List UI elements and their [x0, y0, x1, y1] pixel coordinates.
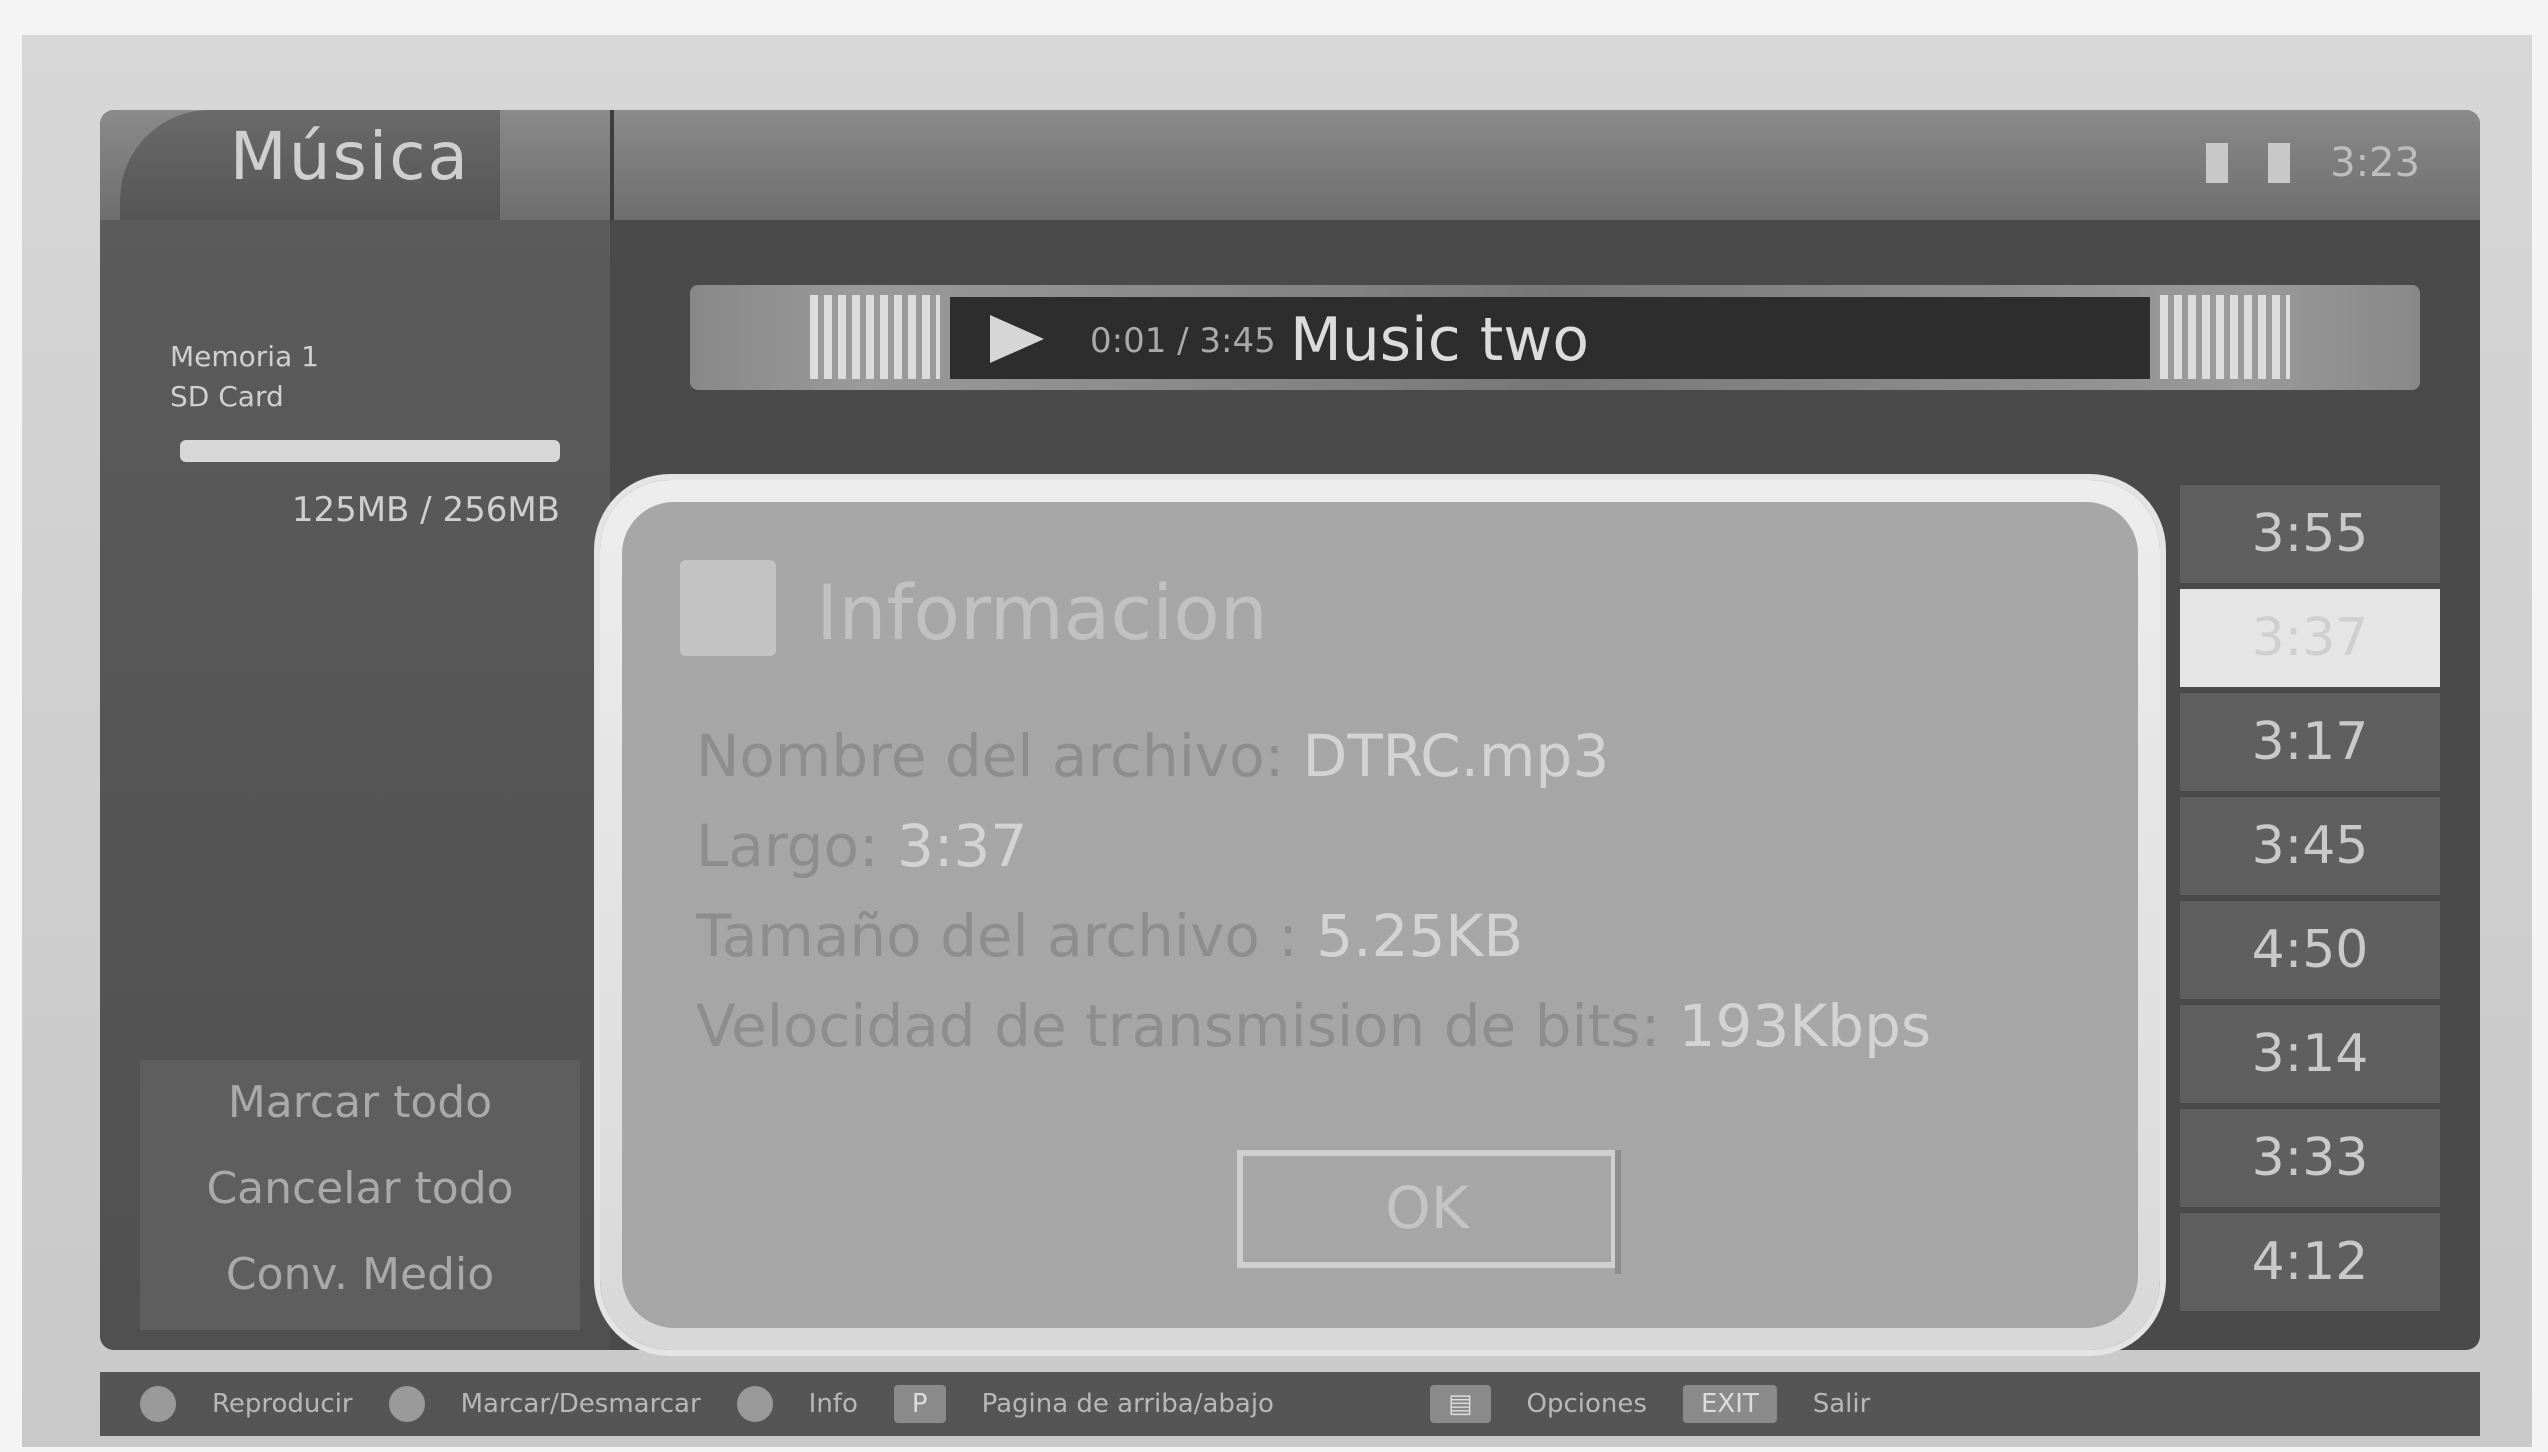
duration-label: Largo: [696, 812, 897, 880]
info-key-icon [736, 1386, 773, 1422]
cancel-all-button[interactable]: Cancelar todo [140, 1146, 580, 1232]
track-duration[interactable]: 4:50 [2180, 901, 2440, 999]
help-page: Pagina de arriba/abajo [981, 1389, 1274, 1419]
file-size-label: Tamaño del archivo : [696, 902, 1317, 970]
file-name-label: Nombre del archivo: [696, 722, 1303, 790]
page-title: Música [229, 118, 470, 195]
signal-icon [2268, 143, 2291, 183]
track-duration[interactable]: 3:33 [2180, 1109, 2440, 1207]
memory-label-text: Memoria 1 [170, 340, 319, 373]
bitrate-row: Velocidad de transmision de bits: 193Kbp… [696, 992, 2076, 1082]
mark-key-icon [388, 1386, 425, 1422]
ok-key-icon [140, 1386, 176, 1422]
file-size-row: Tamaño del archivo : 5.25KB [696, 902, 2076, 992]
exit-key: EXIT [1682, 1385, 1777, 1423]
memory-usage-bar [180, 440, 560, 462]
file-name-row: Nombre del archivo: DTRC.mp3 [696, 722, 2076, 812]
help-play: Reproducir [212, 1389, 353, 1419]
help-options: Opciones [1526, 1389, 1647, 1419]
status-area: 3:23 [2206, 138, 2420, 188]
battery-icon [2206, 143, 2229, 183]
memory-sublabel: SD Card [170, 380, 284, 413]
help-mark: Marcar/Desmarcar [460, 1389, 701, 1419]
track-duration[interactable]: 3:14 [2180, 1005, 2440, 1103]
clock: 3:23 [2330, 140, 2420, 186]
duration-row: Largo: 3:37 [696, 812, 2076, 902]
equalizer-left [810, 295, 940, 379]
track-duration[interactable]: 3:17 [2180, 693, 2440, 791]
side-menu: Marcar todo Cancelar todo Conv. Medio [140, 1060, 580, 1330]
now-playing-bar: 0:01 / 3:45 Music two [690, 285, 2420, 390]
help-bar: Reproducir Marcar/Desmarcar Info P Pagin… [100, 1372, 2480, 1436]
track-duration[interactable]: 3:55 [2180, 485, 2440, 583]
dialog-title: Informacion [816, 568, 1268, 657]
page-key: P [893, 1385, 946, 1423]
duration-column: 3:55 3:37 3:17 3:45 4:50 3:14 3:33 4:12 [2180, 485, 2440, 1317]
memory-size: 125MB / 256MB [291, 490, 560, 530]
track-duration[interactable]: 3:45 [2180, 797, 2440, 895]
mark-all-button[interactable]: Marcar todo [140, 1060, 580, 1146]
top-divider [610, 110, 614, 220]
info-icon [680, 560, 776, 656]
bitrate-label: Velocidad de transmision de bits: [696, 992, 1679, 1060]
play-icon[interactable] [990, 315, 1044, 363]
now-playing-time: 0:01 / 3:45 [1090, 321, 1276, 361]
equalizer-right [2160, 295, 2290, 379]
now-playing-title: Music two [1290, 305, 1590, 375]
duration-value: 3:37 [896, 812, 1028, 880]
help-info: Info [808, 1389, 858, 1419]
options-key-icon: ▤ [1429, 1385, 1491, 1423]
info-dialog: Informacion Nombre del archivo: DTRC.mp3… [622, 502, 2138, 1328]
track-duration[interactable]: 4:12 [2180, 1213, 2440, 1311]
file-size-value: 5.25KB [1316, 902, 1524, 970]
info-dialog-frame: Informacion Nombre del archivo: DTRC.mp3… [600, 480, 2160, 1350]
bitrate-value: 193Kbps [1678, 992, 1932, 1060]
help-exit: Salir [1812, 1389, 1871, 1419]
now-playing-panel: 0:01 / 3:45 Music two [950, 297, 2150, 379]
track-duration-selected[interactable]: 3:37 [2180, 589, 2440, 687]
file-info: Nombre del archivo: DTRC.mp3 Largo: 3:37… [696, 722, 2076, 1082]
convert-media-button[interactable]: Conv. Medio [140, 1232, 580, 1318]
ok-button[interactable]: OK [1237, 1150, 1621, 1274]
file-name-value: DTRC.mp3 [1302, 722, 1610, 790]
